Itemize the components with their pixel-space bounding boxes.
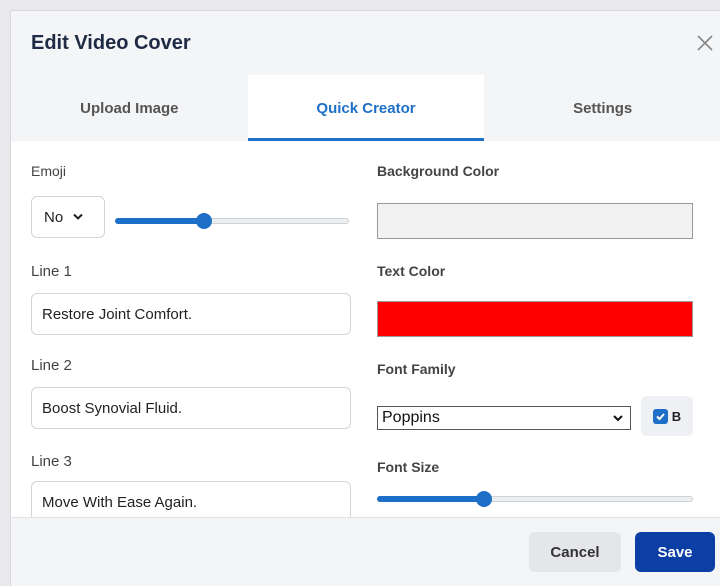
dialog-header: Edit Video Cover <box>11 11 720 75</box>
slider-fill <box>377 496 485 502</box>
chevron-down-icon <box>613 415 623 422</box>
text-color-swatch[interactable] <box>377 301 693 337</box>
bold-checkbox[interactable] <box>652 408 668 424</box>
line1-label: Line 1 <box>31 263 72 280</box>
dialog-footer: Cancel Save <box>11 517 720 586</box>
line2-input[interactable]: Boost Synovial Fluid. <box>31 387 351 429</box>
slider-thumb[interactable] <box>195 213 212 229</box>
font-family-value: Poppins <box>382 409 440 426</box>
line3-label: Line 3 <box>31 453 72 470</box>
text-color-label: Text Color <box>377 263 446 279</box>
font-family-label: Font Family <box>377 361 456 377</box>
line3-input[interactable]: Move With Ease Again. <box>31 481 351 517</box>
tab-upload-image[interactable]: Upload Image <box>11 75 248 141</box>
save-button[interactable]: Save <box>635 532 715 572</box>
quick-creator-panel: Emoji No Line 1 Restore Joint Comfort. L… <box>11 141 720 517</box>
background-color-swatch[interactable] <box>377 203 693 239</box>
bold-toggle[interactable]: B <box>641 396 693 436</box>
line2-label: Line 2 <box>31 357 72 374</box>
slider-thumb[interactable] <box>476 491 493 507</box>
dialog-title: Edit Video Cover <box>31 32 191 54</box>
font-family-select[interactable]: Poppins <box>377 406 631 430</box>
line1-input[interactable]: Restore Joint Comfort. <box>31 293 351 335</box>
font-size-label: Font Size <box>377 459 440 475</box>
tab-quick-creator[interactable]: Quick Creator <box>247 75 485 141</box>
checkmark-icon <box>656 412 665 420</box>
chevron-down-icon <box>73 213 83 220</box>
emoji-select[interactable]: No <box>31 196 105 238</box>
emoji-label: Emoji <box>31 163 67 179</box>
bold-label: B <box>671 408 682 424</box>
emoji-select-value: No <box>44 208 64 226</box>
slider-fill <box>115 218 204 224</box>
font-size-slider[interactable] <box>377 491 693 507</box>
tab-settings[interactable]: Settings <box>484 75 720 141</box>
edit-video-cover-dialog: Edit Video Cover Upload Image Quick Crea… <box>10 10 720 586</box>
cancel-button[interactable]: Cancel <box>529 532 621 572</box>
close-icon[interactable] <box>695 33 715 53</box>
emoji-size-slider[interactable] <box>115 213 349 229</box>
tab-bar: Upload Image Quick Creator Settings <box>11 75 720 141</box>
background-color-label: Background Color <box>377 163 500 179</box>
